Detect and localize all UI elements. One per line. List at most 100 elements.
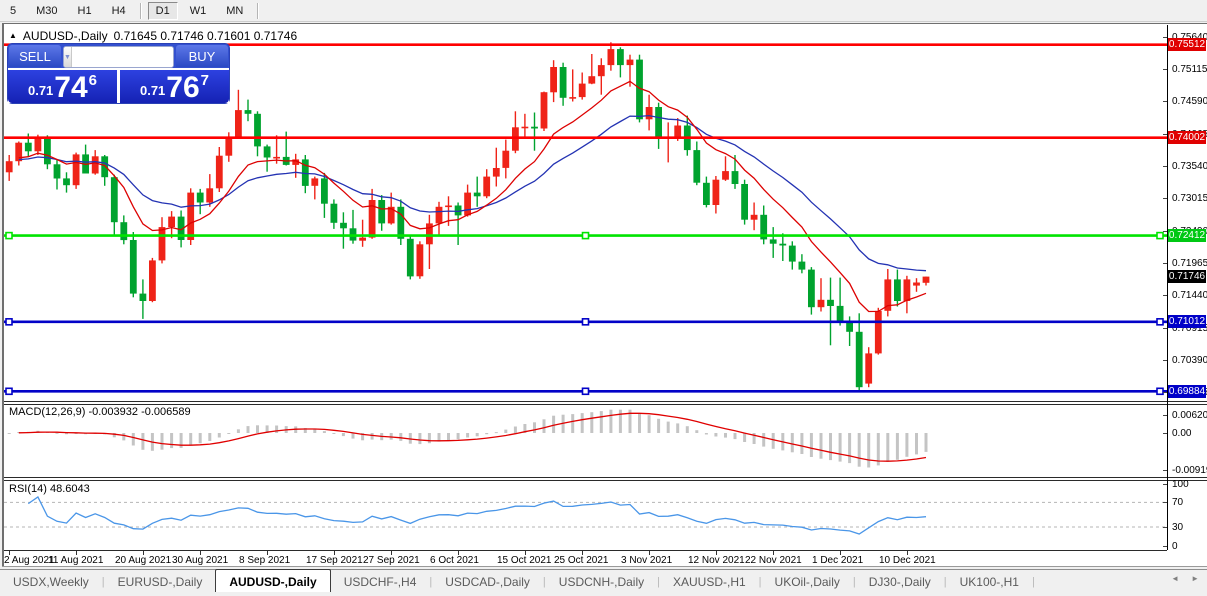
price-axis-tick	[1163, 392, 1167, 393]
price-axis-tick	[1163, 69, 1167, 70]
date-axis-label: 27 Sep 2021	[363, 555, 420, 566]
rsi-axis-label: 70	[1172, 497, 1183, 508]
date-axis-label: 30 Aug 2021	[172, 555, 228, 566]
rsi-axis-label: 100	[1172, 479, 1189, 490]
rsi-axis-label: 0	[1172, 541, 1178, 552]
price-level-badge: 0.71012	[1168, 315, 1206, 328]
price-axis-label: 0.71965	[1172, 258, 1207, 269]
one-click-trade-panel: SELL ▼ ▲ BUY 0.71 74 6 0.71 76 7	[8, 44, 229, 103]
mt4-terminal: 5M30 H1H4 D1W1MN ▲ AUDUSD-,Daily 0.71645 0…	[0, 0, 1207, 596]
tab-uk100-h1[interactable]: UK100-,H1	[947, 570, 1032, 593]
date-axis-label: 1 Dec 2021	[812, 555, 863, 566]
buy-price-pip: 7	[201, 72, 209, 89]
buy-price-box[interactable]: 0.71 76 7	[120, 70, 229, 103]
timeframe-toolbar: 5M30 H1H4 D1W1MN	[0, 0, 1207, 22]
price-axis-tick	[1163, 134, 1167, 135]
rsi-axis-tick	[1163, 546, 1167, 547]
toolbar-timeframe-w1[interactable]: W1	[182, 2, 215, 20]
tab-usdchf-h4[interactable]: USDCHF-,H4	[331, 570, 430, 593]
tab-scroll-right-icon[interactable]: ►	[1191, 574, 1199, 583]
price-axis-tick	[1163, 198, 1167, 199]
sell-price-box[interactable]: 0.71 74 6	[8, 70, 117, 103]
macd-axis-label: -0.00919	[1172, 465, 1207, 476]
rsi-label: RSI(14) 48.6043	[9, 483, 90, 495]
price-axis-border	[1167, 25, 1168, 550]
date-axis-label: 8 Sep 2021	[239, 555, 290, 566]
date-axis-label: 15 Oct 2021	[497, 555, 551, 566]
macd-axis-label: 0.00	[1172, 428, 1191, 439]
volume-stepper: ▼ ▲	[63, 46, 174, 68]
toolbar-timeframe-d1[interactable]: D1	[148, 2, 178, 20]
collapse-trade-panel-icon[interactable]: ▲	[9, 32, 17, 40]
price-level-badge: 0.74002	[1168, 131, 1206, 144]
price-axis-tick	[1163, 360, 1167, 361]
rsi-panel-canvas[interactable]	[4, 481, 1167, 550]
chart-window-border	[2, 566, 1207, 567]
toolbar-timeframe-mn[interactable]: MN	[218, 2, 251, 20]
tab-dj30-daily[interactable]: DJ30-,Daily	[856, 570, 944, 593]
macd-axis-tick	[1163, 415, 1167, 416]
date-axis[interactable]: 2 Aug 202111 Aug 202120 Aug 202130 Aug 2…	[4, 550, 1167, 567]
rsi-axis-tick	[1163, 502, 1167, 503]
price-axis-tick	[1163, 166, 1167, 167]
sell-price-small: 0.71	[28, 83, 53, 98]
price-axis-tick	[1163, 101, 1167, 102]
rsi-axis-label: 30	[1172, 522, 1183, 533]
volume-decrease-button[interactable]: ▼	[64, 47, 72, 67]
macd-axis-tick	[1163, 433, 1167, 434]
price-level-badge: 0.69884	[1168, 385, 1206, 398]
date-axis-label: 10 Dec 2021	[879, 555, 936, 566]
price-axis-tick	[1163, 37, 1167, 38]
date-axis-label: 20 Aug 2021	[115, 555, 171, 566]
tab-eurusd-daily[interactable]: EURUSD-,Daily	[105, 570, 216, 593]
date-axis-label: 3 Nov 2021	[621, 555, 672, 566]
tab-divider: |	[1032, 570, 1035, 593]
toolbar-separator	[140, 3, 142, 19]
tab-ukoil-daily[interactable]: UKOil-,Daily	[762, 570, 853, 593]
macd-label: MACD(12,26,9) -0.003932 -0.006589	[9, 406, 191, 418]
price-axis-label: 0.71440	[1172, 290, 1207, 301]
buy-price-big: 76	[166, 75, 199, 101]
price-axis-tick	[1163, 328, 1167, 329]
price-axis-tick	[1163, 231, 1167, 232]
tab-usdcnh-daily[interactable]: USDCNH-,Daily	[546, 570, 657, 593]
volume-input[interactable]	[72, 47, 174, 67]
toolbar-separator	[257, 3, 259, 19]
tab-audusd-daily[interactable]: AUDUSD-,Daily	[215, 569, 330, 593]
macd-axis-label: 0.006201	[1172, 410, 1207, 421]
tab-usdcad-daily[interactable]: USDCAD-,Daily	[432, 570, 543, 593]
price-axis-tick	[1163, 295, 1167, 296]
date-axis-label: 22 Nov 2021	[745, 555, 802, 566]
date-axis-label: 6 Oct 2021	[430, 555, 479, 566]
buy-button[interactable]: BUY	[176, 45, 228, 67]
date-axis-label: 11 Aug 2021	[48, 555, 103, 566]
current-price-badge: 0.71746	[1168, 270, 1206, 283]
buy-price-small: 0.71	[140, 83, 165, 98]
sell-button[interactable]: SELL	[9, 45, 61, 67]
tab-scroll-arrows: ◄ ►	[1171, 574, 1199, 583]
date-axis-label: 12 Nov 2021	[688, 555, 745, 566]
rsi-axis-tick	[1163, 527, 1167, 528]
rsi-axis-tick	[1163, 484, 1167, 485]
price-level-badge: 0.75512	[1168, 38, 1206, 51]
status-strip	[0, 592, 1207, 596]
price-axis-label: 0.75115	[1172, 64, 1207, 75]
tab-usdx-weekly[interactable]: USDX,Weekly	[0, 570, 102, 593]
toolbar-timeframe-h1[interactable]: H1	[70, 2, 100, 20]
toolbar-timeframe-5[interactable]: 5	[2, 2, 24, 20]
chart-title-ohlc: 0.71645 0.71746 0.71601 0.71746	[114, 29, 298, 43]
tab-xauusd-h1[interactable]: XAUUSD-,H1	[660, 570, 759, 593]
sell-price-pip: 6	[89, 72, 97, 89]
toolbar-timeframe-m30[interactable]: M30	[28, 2, 65, 20]
toolbar-timeframe-h4[interactable]: H4	[104, 2, 134, 20]
macd-axis-tick	[1163, 470, 1167, 471]
price-level-badge: 0.72412	[1168, 229, 1206, 242]
price-axis-label: 0.73015	[1172, 193, 1207, 204]
chart-tab-bar: USDX,Weekly|EURUSD-,DailyAUDUSD-,DailyUS…	[0, 569, 1207, 593]
chart-title-symbol: AUDUSD-,Daily	[23, 29, 108, 43]
chart-title: ▲ AUDUSD-,Daily 0.71645 0.71746 0.71601 …	[9, 29, 297, 43]
price-axis-label: 0.74590	[1172, 96, 1207, 107]
price-axis-label: 0.70390	[1172, 355, 1207, 366]
sell-price-big: 74	[54, 75, 87, 101]
tab-scroll-left-icon[interactable]: ◄	[1171, 574, 1179, 583]
